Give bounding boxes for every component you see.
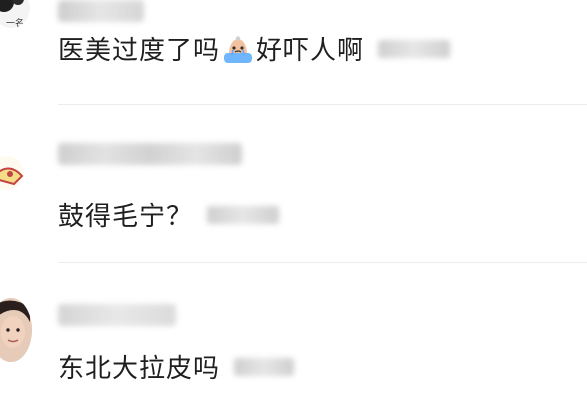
comment-item: 一名 医美过度了吗 好吓人啊 [0,0,587,105]
comment-meta [234,357,295,376]
username[interactable] [58,143,242,165]
comment-item: 鼓得毛宁？ [0,104,587,264]
svg-text:一名: 一名 [6,17,24,28]
avatar[interactable] [0,298,32,362]
comment-text: 鼓得毛宁？ [58,202,194,232]
comment-item: 东北大拉皮吗 [0,262,587,408]
avatar[interactable]: 一名 [0,0,30,28]
comment-body: 鼓得毛宁？ [58,196,280,233]
username[interactable] [58,304,176,326]
avatar-image [0,298,32,362]
avatar-image: 一名 [0,0,24,28]
avatar[interactable] [0,156,24,190]
avatar-image [0,167,24,186]
comment-body: 东北大拉皮吗 [58,348,295,385]
comment-body: 医美过度了吗 好吓人啊 [58,30,451,67]
comment-text: 医美过度了吗 [58,36,221,66]
comment-text: 东北大拉皮吗 [58,354,221,384]
crying-face-emoji-icon [222,33,254,65]
username[interactable] [58,0,144,22]
comment-meta [207,205,280,224]
comment-text-continued: 好吓人啊 [256,36,365,66]
comment-meta [378,39,451,58]
